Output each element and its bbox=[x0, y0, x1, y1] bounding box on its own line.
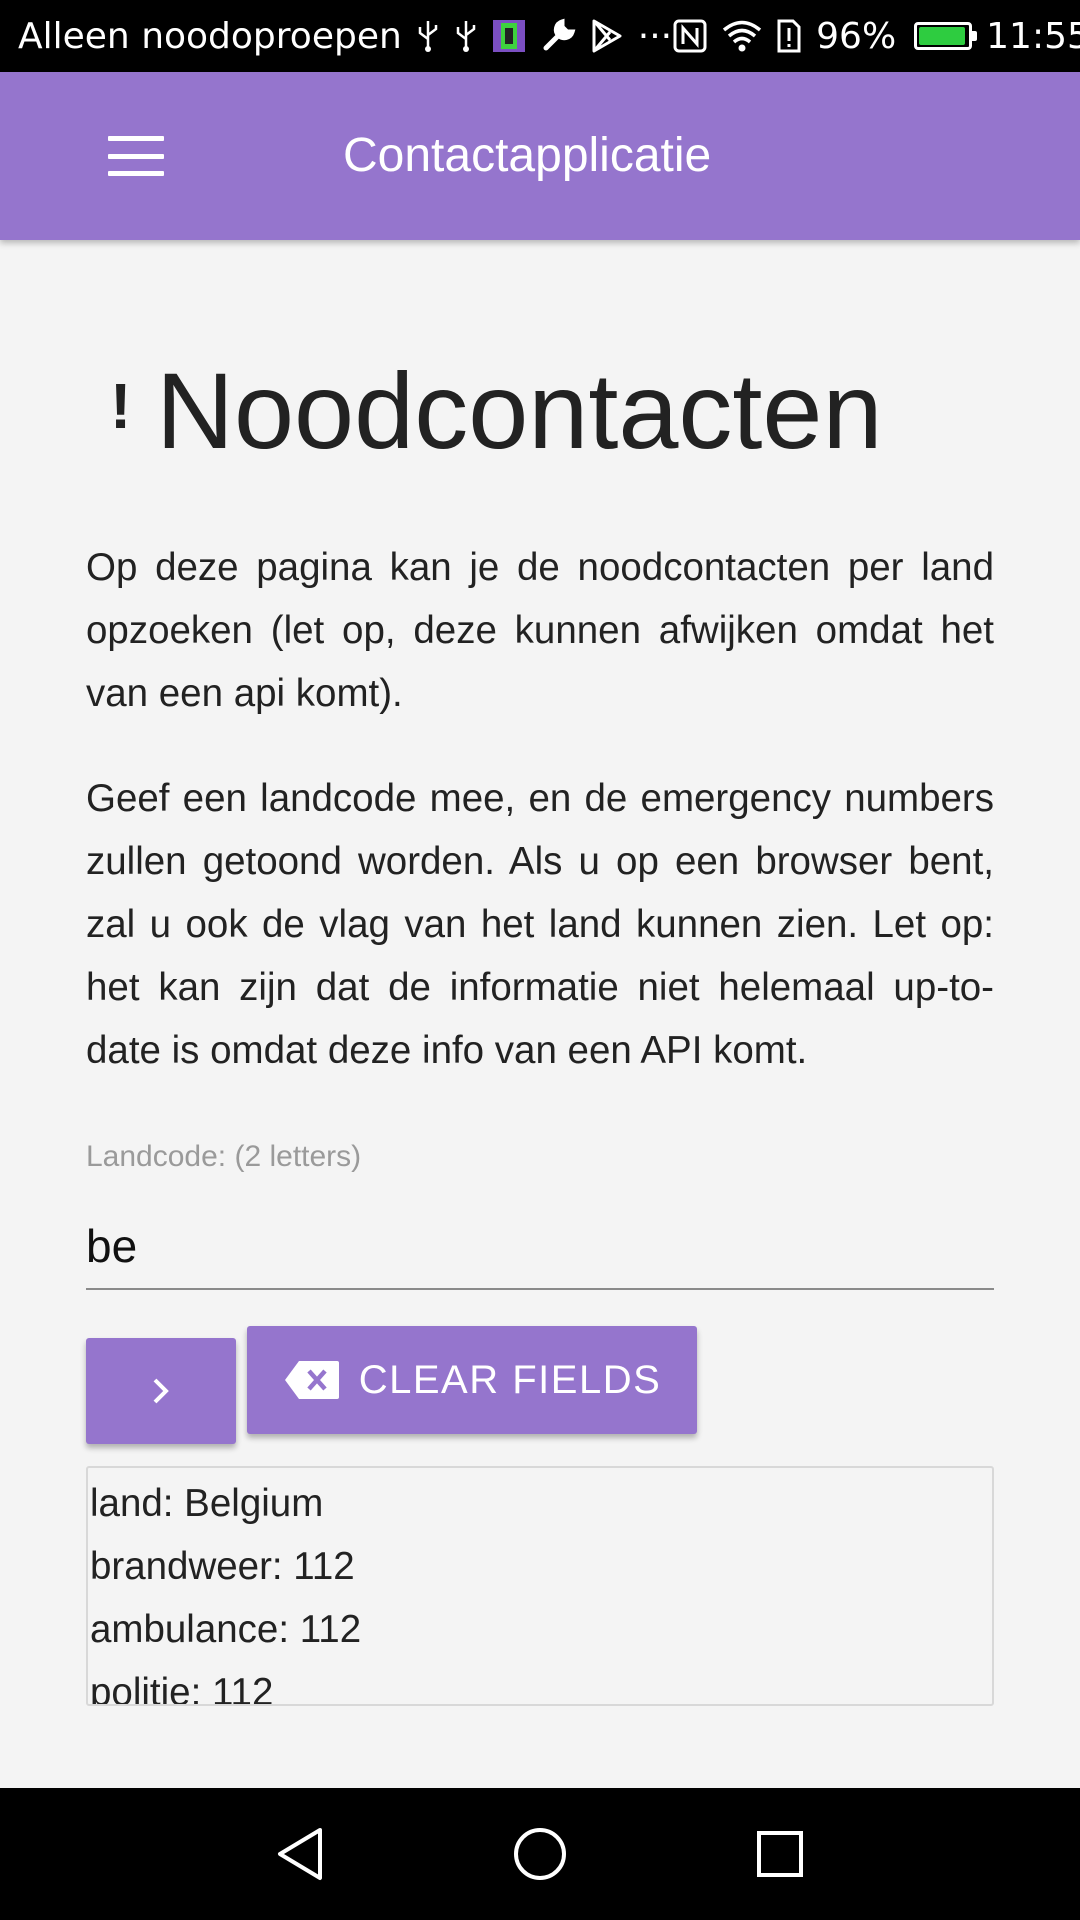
app-bar: Contactapplicatie bbox=[0, 72, 1080, 240]
home-circle-icon[interactable] bbox=[502, 1816, 578, 1892]
intro-paragraph: Op deze pagina kan je de noodcontacten p… bbox=[86, 546, 994, 715]
chevron-right-icon bbox=[148, 1374, 174, 1408]
status-bar: Alleen noodoproepen ··· 96% 11:55 bbox=[0, 0, 1080, 72]
country-code-label: Landcode: (2 letters) bbox=[86, 1140, 362, 1173]
back-triangle-icon[interactable] bbox=[262, 1816, 338, 1892]
battery-icon bbox=[914, 22, 978, 50]
country-code-input[interactable] bbox=[86, 1212, 994, 1290]
page-heading: ! Noodcontacten bbox=[86, 349, 994, 471]
result-fire: brandweer: 112 bbox=[90, 1545, 355, 1588]
menu-line bbox=[108, 136, 164, 141]
usb-icon bbox=[454, 16, 478, 56]
nfc-icon bbox=[672, 16, 708, 56]
result-ambulance: ambulance: 112 bbox=[90, 1608, 362, 1651]
result-police: politie: 112 bbox=[90, 1671, 274, 1706]
menu-line bbox=[108, 153, 164, 159]
exclamation-icon: ! bbox=[110, 370, 132, 442]
result-box: land: Belgium brandweer: 112 ambulance: … bbox=[86, 1466, 994, 1706]
submit-button[interactable] bbox=[86, 1338, 236, 1444]
main-content: ! Noodcontacten Op deze pagina kan je de… bbox=[86, 240, 994, 1706]
button-row: CLEAR FIELDS bbox=[86, 1326, 994, 1456]
status-left: Alleen noodoproepen ··· bbox=[18, 16, 672, 57]
menu-line bbox=[108, 171, 164, 176]
hamburger-menu-icon[interactable] bbox=[96, 130, 176, 182]
page-title: Noodcontacten bbox=[156, 349, 883, 471]
clock: 11:55 bbox=[986, 15, 1080, 57]
play-store-icon bbox=[590, 16, 624, 56]
wrench-icon bbox=[540, 16, 576, 56]
usb-icon bbox=[416, 16, 440, 56]
wifi-icon bbox=[722, 16, 762, 56]
status-right: 96% 11:55 bbox=[672, 16, 1080, 57]
instructions-paragraph: Geef een landcode mee, en de emergency n… bbox=[86, 777, 994, 1072]
app-title: Contactapplicatie bbox=[343, 129, 712, 182]
overflow-indicator: ··· bbox=[637, 15, 673, 57]
backspace-icon bbox=[283, 1359, 341, 1401]
clear-fields-label: CLEAR FIELDS bbox=[358, 1357, 662, 1402]
sim-app-icon bbox=[492, 16, 526, 56]
result-country: land: Belgium bbox=[90, 1482, 324, 1525]
battery-level bbox=[919, 27, 966, 45]
navigation-bar bbox=[0, 1788, 1080, 1920]
alert-sim-icon bbox=[776, 16, 802, 56]
battery-percent: 96% bbox=[816, 15, 897, 57]
clear-fields-button[interactable]: CLEAR FIELDS bbox=[247, 1326, 697, 1434]
carrier-text: Alleen noodoproepen bbox=[18, 15, 402, 57]
recents-square-icon[interactable] bbox=[742, 1816, 818, 1892]
